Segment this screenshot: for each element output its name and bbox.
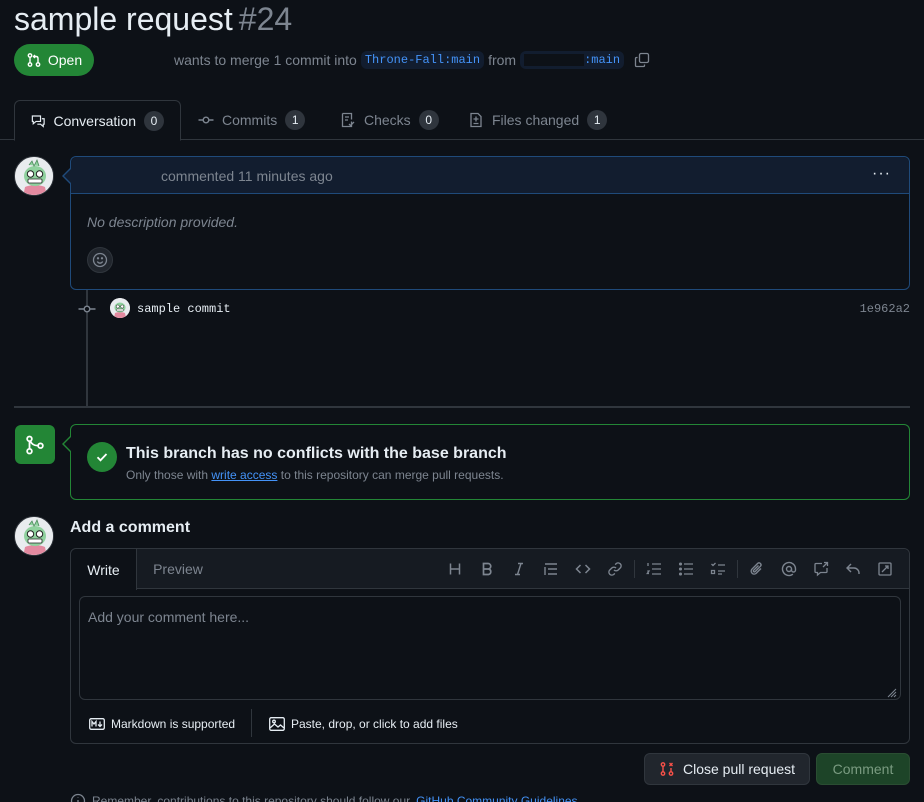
attach-note: Paste, drop, or click to add files: [291, 717, 458, 731]
markdown-toolbar: [439, 557, 901, 581]
commit-sha[interactable]: 1e962a2: [860, 302, 910, 316]
merge-sub-prefix: Only those with: [126, 468, 209, 482]
close-pull-request-button[interactable]: Close pull request: [644, 753, 810, 785]
head-branch-label[interactable]: :main: [520, 51, 625, 69]
tab-commits-label: Commits: [222, 112, 278, 128]
comment-submit-button[interactable]: Comment: [816, 753, 910, 785]
reply-icon[interactable]: [837, 557, 869, 581]
merge-status-title: This branch has no conflicts with the ba…: [126, 445, 507, 462]
pr-tabs: Conversation 0 Commits 1 Checks 0 Files …: [0, 100, 924, 141]
comment-discussion-icon: [31, 114, 45, 128]
tab-checks-label: Checks: [364, 112, 411, 128]
tab-files-changed-count: 1: [587, 110, 608, 130]
heading-icon[interactable]: [439, 557, 471, 581]
avatar[interactable]: [14, 156, 54, 196]
toolbar-divider: [634, 560, 635, 578]
editor-footer: Markdown is supported Paste, drop, or cl…: [71, 709, 909, 743]
cross-reference-icon[interactable]: [805, 557, 837, 581]
mention-icon[interactable]: [773, 557, 805, 581]
timeline-divider: [14, 406, 910, 408]
tab-files-changed[interactable]: Files changed 1: [452, 100, 623, 140]
tab-checks-count: 0: [418, 110, 439, 130]
merge-caret-inner: [64, 437, 71, 451]
comment-editor: Write Preview Markdown is supported: [70, 548, 910, 744]
git-merge-icon: [26, 435, 44, 454]
footer-divider: [251, 709, 252, 737]
current-user-avatar[interactable]: [14, 516, 54, 556]
markdown-supported-link[interactable]: Markdown is supported: [89, 717, 235, 731]
quote-icon[interactable]: [535, 557, 567, 581]
merge-status-icon-box: [15, 425, 55, 464]
git-commit-icon: [78, 305, 96, 313]
copy-icon[interactable]: [634, 52, 650, 68]
tab-commits[interactable]: Commits 1: [182, 100, 321, 140]
markdown-note: Markdown is supported: [111, 717, 236, 731]
editor-header: Write Preview: [71, 549, 909, 590]
unordered-list-icon[interactable]: [670, 557, 702, 581]
file-diff-icon: [470, 112, 482, 128]
author-name-redacted[interactable]: [104, 52, 170, 68]
tab-conversation-count: 0: [144, 110, 164, 131]
ordered-list-icon[interactable]: [638, 557, 670, 581]
info-icon: [70, 793, 86, 802]
merge-status-subtitle: Only those with write access to this rep…: [126, 468, 504, 482]
tab-files-changed-label: Files changed: [492, 112, 580, 128]
merge-text: wants to merge 1 commit into: [174, 52, 357, 68]
smiley-icon: [92, 252, 108, 268]
pr-state-label: Open: [47, 52, 83, 68]
pr-description-comment: commented 11 minutes ago ··· No descript…: [70, 156, 910, 290]
bold-icon[interactable]: [471, 557, 503, 581]
tab-commits-count: 1: [285, 110, 306, 130]
add-reaction-button[interactable]: [87, 247, 113, 273]
pr-number: #24: [238, 1, 293, 37]
tab-conversation-label: Conversation: [53, 112, 137, 129]
head-branch-name: :main: [584, 53, 621, 67]
tab-checks[interactable]: Checks 0: [324, 100, 455, 140]
remember-text: Remember, contributions to this reposito…: [92, 794, 411, 802]
git-commit-icon: [198, 116, 214, 124]
comment-header: commented 11 minutes ago ···: [71, 157, 909, 194]
pr-title: sample request #24: [14, 0, 292, 38]
close-pull-request-label: Close pull request: [682, 761, 796, 777]
comment-body: No description provided.: [87, 214, 238, 230]
kebab-menu-icon[interactable]: ···: [872, 165, 891, 183]
merge-description: wants to merge 1 commit into Throne-Fall…: [174, 50, 650, 70]
code-icon[interactable]: [567, 557, 599, 581]
toolbar-divider: [737, 560, 738, 578]
comment-textarea[interactable]: [79, 596, 901, 700]
fullscreen-icon[interactable]: [869, 557, 901, 581]
merge-sub-suffix: to this repository can merge pull reques…: [280, 468, 504, 482]
tab-preview[interactable]: Preview: [141, 549, 215, 589]
community-guidelines-note: Remember, contributions to this reposito…: [70, 793, 578, 802]
git-pull-request-icon: [27, 53, 41, 67]
add-comment-heading: Add a comment: [70, 519, 191, 536]
comment-meta[interactable]: commented 11 minutes ago: [161, 168, 333, 184]
resize-grip-icon[interactable]: [885, 686, 897, 698]
git-pull-request-closed-icon: [660, 762, 674, 776]
link-icon[interactable]: [599, 557, 631, 581]
italic-icon[interactable]: [503, 557, 535, 581]
commit-author-avatar[interactable]: [110, 298, 130, 318]
base-branch-label[interactable]: Throne-Fall:main: [360, 51, 485, 69]
tab-write[interactable]: Write: [71, 549, 137, 590]
markdown-icon: [89, 718, 105, 730]
merge-status-box: This branch has no conflicts with the ba…: [70, 424, 910, 500]
attach-files-button[interactable]: Paste, drop, or click to add files: [269, 717, 458, 731]
timeline-commit: sample commit 1e962a2: [78, 298, 910, 320]
pr-title-text: sample request: [14, 1, 233, 37]
from-text: from: [488, 52, 517, 68]
image-icon: [269, 717, 285, 731]
head-branch-owner-redacted: [524, 53, 585, 66]
paperclip-icon[interactable]: [741, 557, 773, 581]
community-guidelines-link[interactable]: GitHub Community Guidelines: [416, 794, 577, 802]
pr-state-badge: Open: [14, 44, 94, 76]
task-list-icon[interactable]: [702, 557, 734, 581]
comment-caret-inner: [64, 169, 71, 183]
checklist-icon: [341, 112, 355, 128]
write-access-link[interactable]: write access: [211, 468, 277, 482]
commit-message[interactable]: sample commit: [137, 302, 231, 316]
check-circle-icon: [87, 442, 117, 472]
tab-conversation[interactable]: Conversation 0: [14, 100, 181, 141]
